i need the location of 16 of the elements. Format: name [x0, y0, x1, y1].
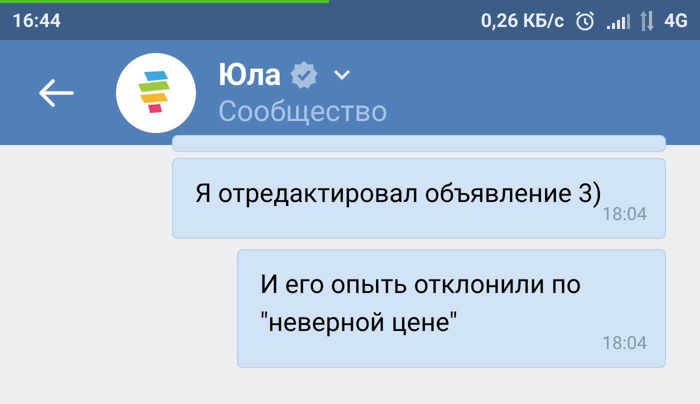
- verified-icon: [289, 60, 320, 90]
- alarm-icon: [574, 10, 596, 32]
- chevron-down-icon[interactable]: [333, 68, 352, 80]
- chat-subtitle: Сообщество: [218, 94, 388, 130]
- avatar-logo[interactable]: [116, 52, 196, 132]
- chat-title[interactable]: Юла: [218, 56, 282, 94]
- message-text: И его опыть отклонили по "неверной цене": [260, 269, 582, 340]
- network-type: 4G: [664, 8, 688, 34]
- clock-time: 16:44: [12, 8, 61, 34]
- message-time: 18:04: [602, 332, 647, 356]
- signal-icon: [606, 13, 630, 29]
- message-time: 18:04: [602, 203, 647, 227]
- back-arrow-icon[interactable]: [38, 78, 74, 108]
- network-speed: 0,26 КБ/с: [480, 8, 564, 34]
- message-text: Я отредактировал объявление 3): [195, 178, 603, 211]
- data-arrows-icon: [640, 11, 654, 31]
